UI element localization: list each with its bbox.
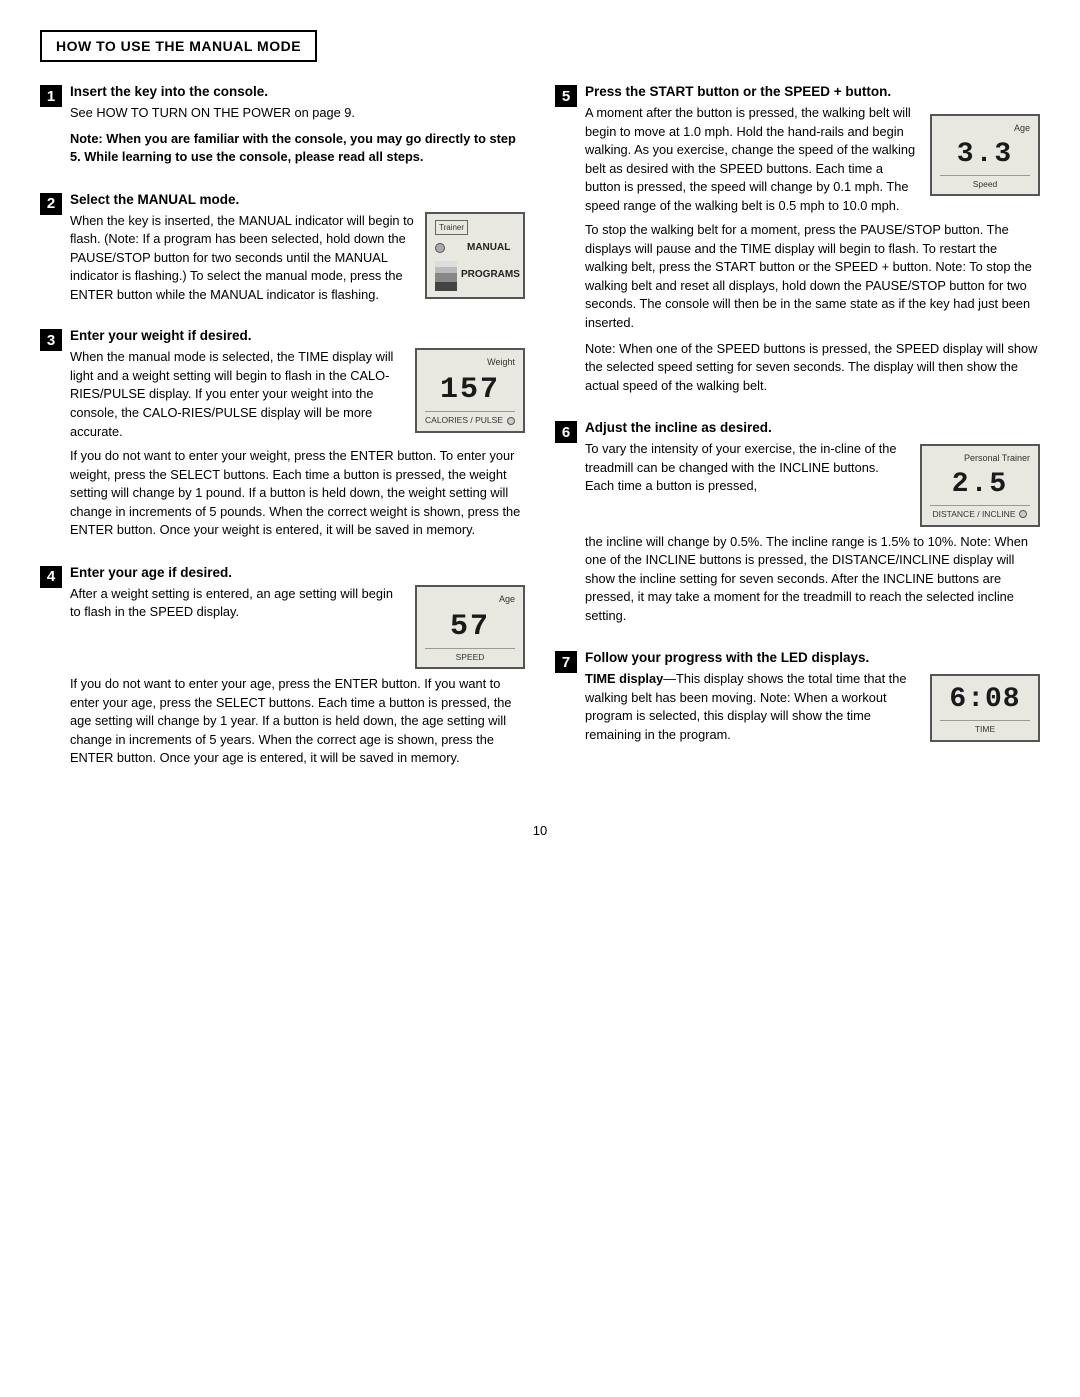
- step-3-para2: If you do not want to enter your weight,…: [70, 447, 525, 540]
- step-4-content: Enter your age if desired. After a weigh…: [70, 565, 525, 775]
- step-6-content: Adjust the incline as desired. To vary t…: [585, 420, 1040, 632]
- step-1-para1: See HOW TO TURN ON THE POWER on page 9.: [70, 104, 525, 123]
- time-number: 6:08: [940, 682, 1030, 718]
- step-7: 7 Follow your progress with the LED disp…: [555, 650, 1040, 750]
- speed-number-5: 3.3: [940, 137, 1030, 173]
- step-5: 5 Press the START button or the SPEED + …: [555, 84, 1040, 402]
- incline-dot: [1019, 510, 1027, 518]
- step-1-content: Insert the key into the console. See HOW…: [70, 84, 525, 174]
- programs-text: PROGRAMS: [461, 268, 520, 283]
- step-3-text1: When the manual mode is selected, the TI…: [70, 348, 405, 441]
- step-7-img-block: TIME display—This display shows the tota…: [585, 670, 1040, 744]
- step-7-content: Follow your progress with the LED displa…: [585, 650, 1040, 750]
- step-2-title: Select the MANUAL mode.: [70, 192, 525, 207]
- step-5-number: 5: [555, 85, 577, 107]
- step-1-body: See HOW TO TURN ON THE POWER on page 9. …: [70, 104, 525, 167]
- step-7-body: TIME display—This display shows the tota…: [585, 670, 1040, 744]
- age-display: Age 57 SPEED: [415, 585, 525, 669]
- step-7-text1: TIME display—This display shows the tota…: [585, 670, 920, 744]
- speed-label-bottom-5: Speed: [940, 175, 1030, 190]
- incline-number: 2.5: [930, 467, 1030, 503]
- header-box: HOW TO USE THE MANUAL MODE: [40, 30, 317, 62]
- step-2-number: 2: [40, 193, 62, 215]
- step-3: 3 Enter your weight if desired. When the…: [40, 328, 525, 546]
- step-4-para2: If you do not want to enter your age, pr…: [70, 675, 525, 768]
- step-6: 6 Adjust the incline as desired. To vary…: [555, 420, 1040, 632]
- step-7-title: Follow your progress with the LED displa…: [585, 650, 1040, 665]
- step-3-body: When the manual mode is selected, the TI…: [70, 348, 525, 539]
- step-6-text1: To vary the intensity of your exercise, …: [585, 440, 910, 496]
- step-3-img-block: When the manual mode is selected, the TI…: [70, 348, 525, 441]
- step-1-note: Note: When you are familiar with the con…: [70, 130, 525, 167]
- step-7-number: 7: [555, 651, 577, 673]
- speed-label-top-5: Age: [940, 122, 1030, 135]
- step-1-number: 1: [40, 85, 62, 107]
- incline-label-bottom-text: DISTANCE / INCLINE: [933, 508, 1016, 520]
- step-4-title: Enter your age if desired.: [70, 565, 525, 580]
- step-5-body1-text: A moment after the button is pressed, th…: [585, 105, 915, 213]
- manual-panel: Trainer MANUAL PROGRAMS: [425, 212, 525, 299]
- step-5-para3: Note: When one of the SPEED buttons is p…: [585, 340, 1040, 396]
- incline-label-bottom: DISTANCE / INCLINE: [930, 505, 1030, 520]
- step-4-img-block: After a weight setting is entered, an ag…: [70, 585, 525, 669]
- speed-display-5: Age 3.3 Speed: [930, 114, 1040, 196]
- step-4-text1: After a weight setting is entered, an ag…: [70, 585, 405, 622]
- time-display-title: TIME display: [585, 671, 663, 686]
- weight-label-bottom: CALORIES / PULSE: [425, 411, 515, 426]
- step-6-body: To vary the intensity of your exercise, …: [585, 440, 1040, 625]
- step-3-content: Enter your weight if desired. When the m…: [70, 328, 525, 546]
- step-4-body: After a weight setting is entered, an ag…: [70, 585, 525, 768]
- step-6-img-block: To vary the intensity of your exercise, …: [585, 440, 1040, 526]
- weight-number: 157: [425, 371, 515, 409]
- step-1-title: Insert the key into the console.: [70, 84, 525, 99]
- step-4: 4 Enter your age if desired. After a wei…: [40, 565, 525, 775]
- step-5-para2: To stop the walking belt for a moment, p…: [585, 221, 1040, 332]
- step-2-content: Select the MANUAL mode. When the key is …: [70, 192, 525, 311]
- weight-display: Weight 157 CALORIES / PULSE: [415, 348, 525, 432]
- step-3-title: Enter your weight if desired.: [70, 328, 525, 343]
- trainer-label: Trainer: [435, 220, 468, 236]
- step-1: 1 Insert the key into the console. See H…: [40, 84, 525, 174]
- step-6-para2: the incline will change by 0.5%. The inc…: [585, 533, 1040, 626]
- step-2-img-block: When the key is inserted, the MANUAL ind…: [70, 212, 525, 305]
- step-5-title: Press the START button or the SPEED + bu…: [585, 84, 1040, 99]
- programs-row: PROGRAMS: [435, 261, 515, 291]
- step-5-text1: A moment after the button is pressed, th…: [585, 104, 920, 215]
- step-3-number: 3: [40, 329, 62, 351]
- page-number: 10: [40, 823, 1040, 838]
- weight-label-top: Weight: [425, 356, 515, 369]
- incline-display: Personal Trainer 2.5 DISTANCE / INCLINE: [920, 444, 1040, 526]
- bar-graphic: [435, 261, 457, 291]
- manual-dot: [435, 243, 445, 253]
- left-column: 1 Insert the key into the console. See H…: [40, 84, 525, 793]
- step-2-text: When the key is inserted, the MANUAL ind…: [70, 212, 415, 305]
- right-column: 5 Press the START button or the SPEED + …: [555, 84, 1040, 793]
- step-2-body: When the key is inserted, the MANUAL ind…: [70, 212, 525, 305]
- step-4-number: 4: [40, 566, 62, 588]
- step-5-img-block: A moment after the button is pressed, th…: [585, 104, 1040, 215]
- weight-label-bottom-text: CALORIES / PULSE: [425, 414, 503, 426]
- incline-label-top: Personal Trainer: [930, 452, 1030, 465]
- age-number: 57: [425, 608, 515, 646]
- age-label-bottom: SPEED: [425, 648, 515, 663]
- age-label-top: Age: [425, 593, 515, 606]
- step-6-title: Adjust the incline as desired.: [585, 420, 1040, 435]
- trainer-row: Trainer: [435, 220, 515, 236]
- step-5-body: A moment after the button is pressed, th…: [585, 104, 1040, 395]
- step-6-number: 6: [555, 421, 577, 443]
- time-display: 6:08 TIME: [930, 674, 1040, 741]
- time-display-dash: —: [663, 671, 676, 686]
- step-5-content: Press the START button or the SPEED + bu…: [585, 84, 1040, 402]
- step-2: 2 Select the MANUAL mode. When the key i…: [40, 192, 525, 311]
- manual-indicator-text: MANUAL: [467, 241, 510, 256]
- weight-dot: [507, 417, 515, 425]
- time-label-bottom: TIME: [940, 720, 1030, 735]
